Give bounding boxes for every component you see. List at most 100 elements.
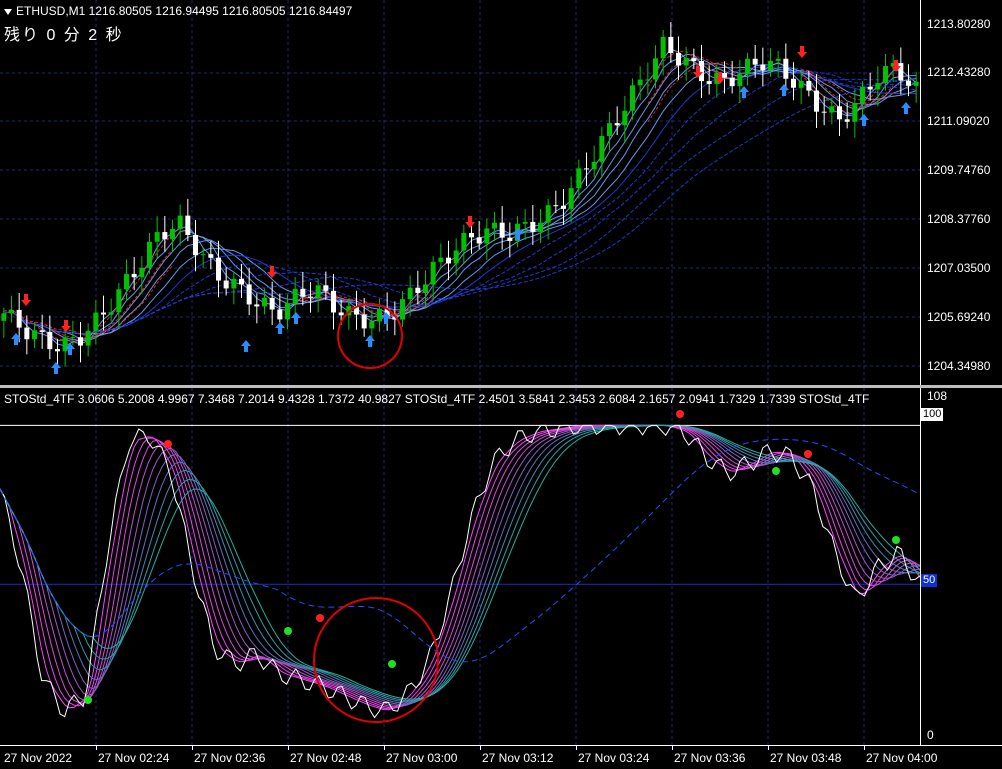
candle-body — [737, 74, 743, 87]
time-tick — [576, 746, 577, 750]
candle-body — [484, 228, 490, 244]
buy-arrow-icon — [365, 335, 375, 347]
moving-average-line — [3, 62, 917, 340]
candle-body — [791, 78, 796, 88]
candle-body — [492, 222, 497, 229]
candle-body — [461, 232, 467, 251]
candle-body — [530, 221, 536, 232]
time-tick — [288, 746, 289, 750]
candle-body — [216, 257, 221, 281]
candle-body — [913, 81, 919, 86]
candle-body — [438, 257, 444, 262]
candle-body — [308, 296, 313, 298]
candle-body — [837, 106, 842, 120]
candle-body — [599, 135, 605, 162]
price-scale[interactable]: 1213.80280 1212.43280 1211.09020 1209.74… — [920, 0, 1002, 385]
bar-countdown: 残り 0 分 2 秒 — [4, 27, 124, 44]
candle-body — [607, 123, 612, 136]
time-label: 27 Nov 03:12 — [482, 751, 554, 765]
sell-signal-dot — [316, 614, 324, 622]
indicator-canvas[interactable] — [0, 388, 920, 745]
candle-body — [430, 261, 436, 285]
buy-signal-dot — [284, 627, 292, 635]
candle-body — [292, 288, 298, 304]
candle-body — [522, 221, 528, 224]
candle-body — [254, 304, 260, 307]
buy-arrow-icon — [275, 322, 285, 334]
time-tick — [480, 746, 481, 750]
candle-body — [338, 312, 344, 316]
candle-body — [269, 297, 275, 310]
candle-body — [200, 254, 206, 256]
candle-body — [645, 79, 651, 81]
candle-body — [185, 215, 191, 235]
candle-body — [285, 303, 290, 320]
price-label: 1204.34980 — [927, 359, 991, 373]
candle-body — [415, 287, 421, 294]
price-label: 1213.80280 — [927, 17, 991, 31]
time-label: 27 Nov 2022 — [4, 751, 73, 765]
buy-arrow-icon — [779, 84, 789, 96]
price-label: 1208.37760 — [927, 212, 991, 226]
price-chart-pane[interactable]: ETHUSD,M1 1216.80505 1216.94495 1216.805… — [0, 0, 920, 385]
candle-body — [70, 337, 76, 339]
buy-signal-dot — [388, 660, 396, 668]
time-label: 27 Nov 04:00 — [866, 751, 938, 765]
indicator-min-label: 0 — [927, 728, 934, 742]
sell-signal-dot — [164, 440, 172, 448]
candle-body — [844, 119, 850, 122]
candle-body — [24, 327, 30, 340]
candle-body — [729, 77, 735, 87]
price-chart-canvas[interactable] — [0, 0, 920, 385]
indicator-header: STOStd_4TF 3.0606 5.2008 4.9967 7.3468 7… — [4, 392, 870, 406]
candle-body — [139, 267, 145, 278]
dropdown-triangle-icon[interactable] — [4, 8, 12, 15]
stochastic-ribbon-line — [0, 424, 920, 708]
candle-body — [814, 90, 819, 112]
candle-body — [875, 83, 881, 90]
candle-body — [108, 312, 114, 315]
candle-body — [361, 314, 367, 329]
indicator-pane[interactable]: STOStd_4TF 3.0606 5.2008 4.9967 7.3468 7… — [0, 388, 920, 745]
time-tick — [768, 746, 769, 750]
candle-body — [147, 241, 152, 268]
candle-body — [768, 60, 773, 71]
candle-body — [798, 81, 804, 88]
candle-body — [507, 237, 513, 241]
candle-body — [170, 228, 175, 240]
candle-body — [752, 58, 758, 65]
candle-body — [499, 222, 505, 238]
level-50-badge: 50 — [921, 574, 938, 587]
candle-body — [653, 58, 658, 80]
candle-body — [676, 53, 681, 66]
candle-body — [706, 81, 712, 84]
candle-body — [453, 250, 459, 264]
sell-arrow-icon — [465, 216, 475, 228]
candle-body — [239, 278, 244, 285]
indicator-scale[interactable]: 108 100 50 0 — [920, 388, 1002, 745]
buy-arrow-icon — [739, 86, 749, 98]
candle-body — [683, 58, 689, 66]
candle-body — [568, 188, 574, 209]
sell-signal-dot — [676, 410, 684, 418]
time-axis[interactable]: 27 Nov 2022 27 Nov 02:24 27 Nov 02:36 27… — [0, 745, 1002, 769]
moving-average-line — [3, 58, 917, 342]
candle-body — [262, 297, 267, 307]
time-label: 27 Nov 03:36 — [674, 751, 746, 765]
candle-body — [545, 205, 551, 223]
candle-body — [745, 58, 750, 75]
candle-body — [775, 58, 781, 61]
level-100-badge: 100 — [921, 408, 944, 421]
stochastic-ribbon-line — [0, 425, 920, 700]
stochastic-ribbon-line — [0, 424, 920, 706]
candle-body — [39, 330, 45, 332]
candle-body — [223, 280, 229, 289]
candle-body — [323, 285, 329, 291]
candle-body — [829, 106, 835, 113]
candle-body — [62, 337, 68, 352]
candle-body — [231, 278, 237, 289]
price-label: 1207.03500 — [927, 261, 991, 275]
sell-arrow-icon — [21, 294, 31, 306]
candle-body — [852, 103, 858, 122]
time-label: 27 Nov 02:24 — [98, 751, 170, 765]
